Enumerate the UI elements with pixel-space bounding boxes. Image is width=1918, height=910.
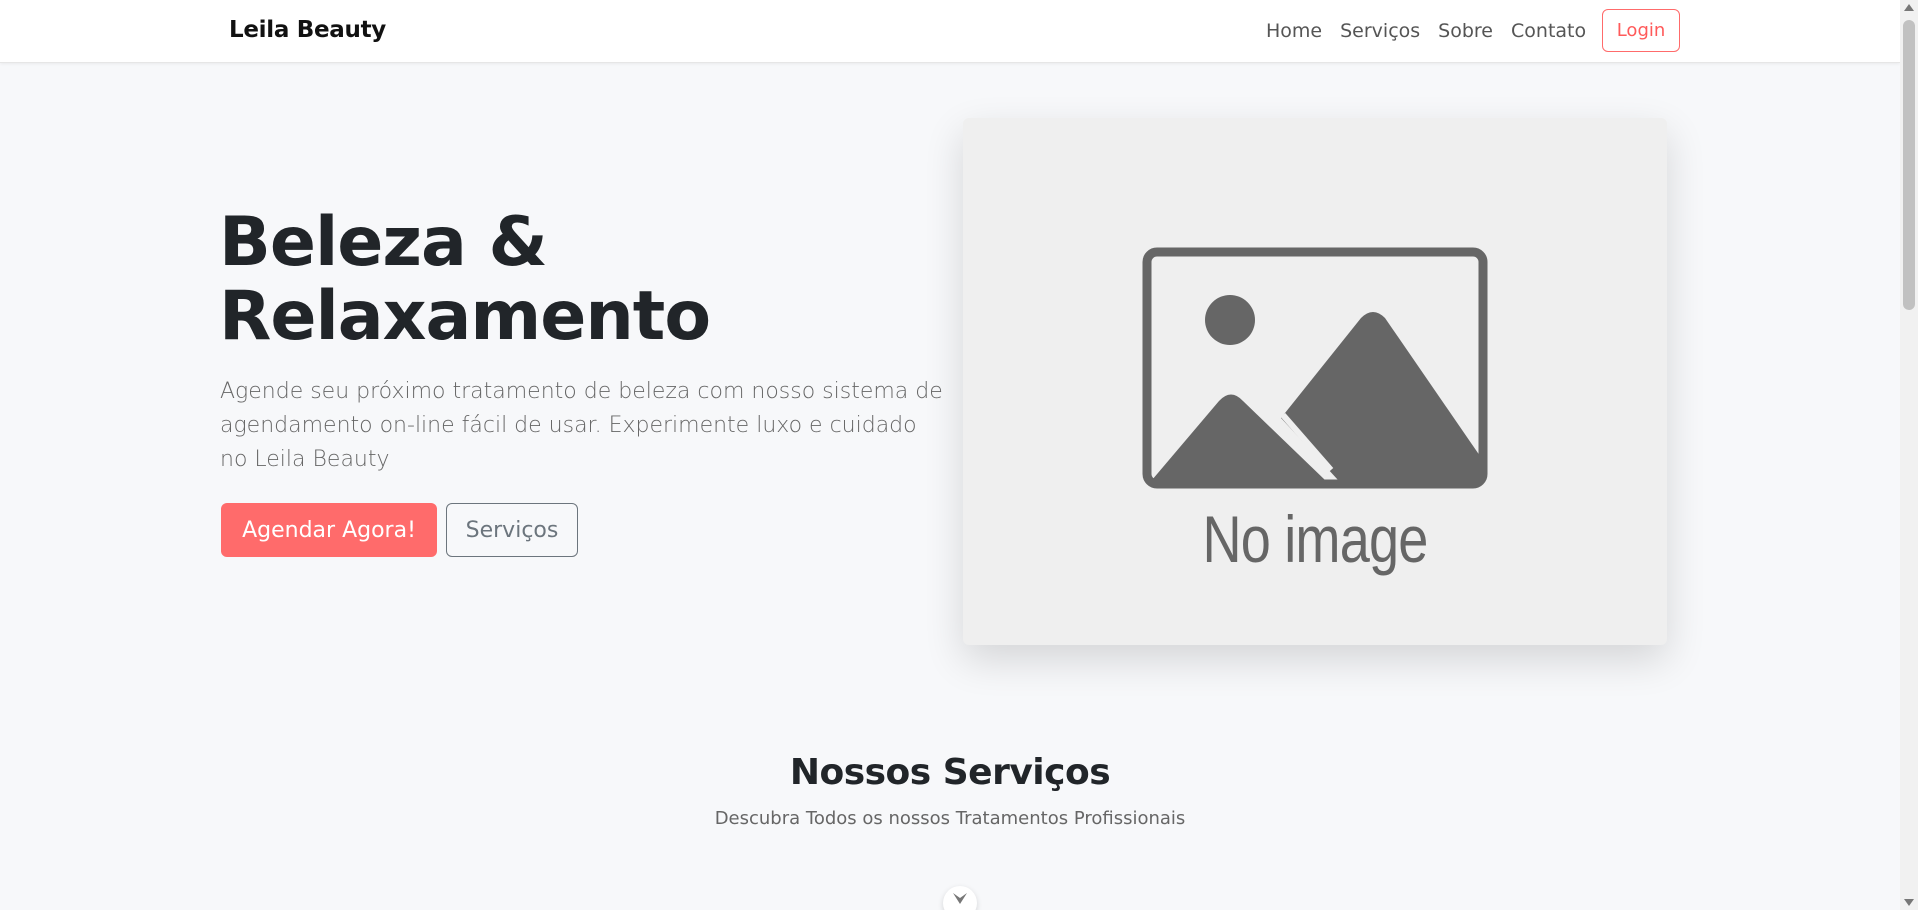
scroll-up-arrow-icon[interactable] (1904, 4, 1914, 11)
services-section-title: Nossos Serviços (789, 752, 1111, 793)
book-now-button[interactable]: Agendar Agora! (221, 503, 437, 557)
brand-logo[interactable]: Leila Beauty (229, 17, 386, 43)
hero-title: Beleza & Relaxamento (219, 206, 919, 354)
nav-links: Home Serviços Sobre Contato (1266, 20, 1604, 42)
nav-link-contato[interactable]: Contato (1511, 20, 1586, 42)
hero-title-line1: Beleza & (219, 203, 548, 282)
navbar: Leila Beauty Home Serviços Sobre Contato… (0, 0, 1900, 63)
scroll-down-arrow-icon[interactable] (1904, 899, 1914, 906)
hero-title-line2: Relaxamento (219, 277, 711, 356)
services-button[interactable]: Serviços (446, 503, 578, 557)
nav-link-servicos[interactable]: Serviços (1340, 20, 1420, 42)
page-scrollbar[interactable] (1900, 0, 1918, 910)
services-section-subtitle: Descubra Todos os nossos Tratamentos Pro… (714, 808, 1186, 829)
chevron-down-icon (953, 893, 967, 904)
login-button[interactable]: Login (1602, 9, 1680, 52)
scroll-down-button[interactable] (943, 886, 977, 910)
nav-link-sobre[interactable]: Sobre (1438, 20, 1493, 42)
no-image-label: No image (1202, 502, 1428, 576)
scrollbar-thumb[interactable] (1903, 20, 1915, 310)
nav-link-home[interactable]: Home (1266, 20, 1322, 42)
hero-image-placeholder: No image (963, 118, 1667, 645)
hero-description: Agende seu próximo tratamento de beleza … (220, 379, 943, 472)
